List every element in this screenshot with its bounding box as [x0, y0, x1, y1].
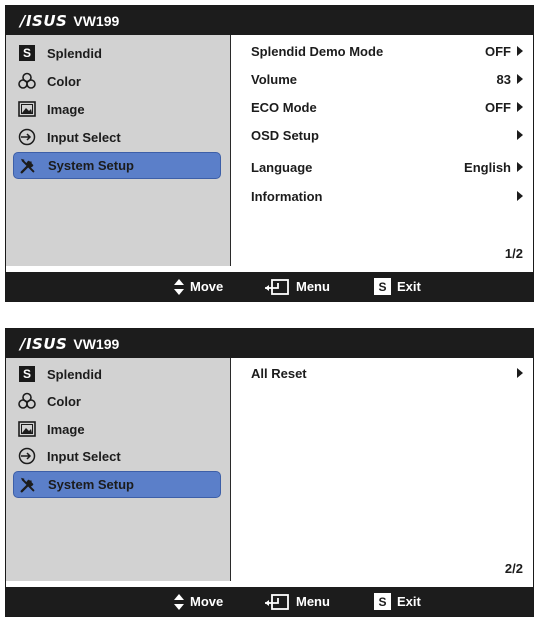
footer-menu: Menu	[264, 587, 330, 616]
option-information[interactable]: Information	[251, 186, 523, 206]
footer-move-label: Move	[190, 594, 224, 609]
menu-item-label: Image	[47, 421, 85, 437]
logo-mark: /ISUS	[20, 11, 68, 30]
footer-exit: S Exit	[374, 587, 421, 616]
wrench-screwdriver-icon	[19, 157, 37, 175]
menu-item-color[interactable]: Color	[13, 69, 221, 93]
footer-menu: Menu	[264, 272, 330, 301]
page-indicator: 2/2	[504, 561, 523, 576]
menu-item-image[interactable]: Image	[13, 417, 221, 441]
enter-icon	[264, 278, 290, 295]
option-language[interactable]: Language English	[251, 157, 523, 177]
input-select-icon	[18, 128, 36, 146]
splendid-s-icon: S	[18, 44, 36, 62]
menu-item-label: Splendid	[47, 45, 102, 61]
arrow-right-icon	[517, 46, 523, 56]
option-osd-setup[interactable]: OSD Setup	[251, 125, 523, 145]
menu-item-image[interactable]: Image	[13, 97, 221, 121]
osd-panel-page-1: /ISUS VW199 S Splendid Color Image Input…	[5, 5, 534, 302]
menu-item-input-select[interactable]: Input Select	[13, 125, 221, 149]
arrow-right-icon	[517, 74, 523, 84]
option-volume[interactable]: Volume 83	[251, 69, 523, 89]
splendid-s-icon: S	[18, 365, 36, 383]
menu-item-system-setup[interactable]: System Setup	[13, 471, 221, 498]
option-value: OFF	[485, 43, 511, 59]
footer-menu-label: Menu	[296, 279, 330, 294]
option-eco-mode[interactable]: ECO Mode OFF	[251, 97, 523, 117]
option-value: 83	[496, 71, 511, 87]
option-label: OSD Setup	[251, 127, 319, 143]
osd-main-menu: S Splendid Color Image Input Select Syst…	[6, 35, 231, 266]
page-indicator: 1/2	[504, 246, 523, 261]
color-circles-icon	[18, 392, 36, 410]
osd-header: /ISUS VW199	[6, 329, 533, 358]
footer-exit: S Exit	[374, 272, 421, 301]
osd-submenu: All Reset 2/2	[231, 358, 533, 581]
menu-item-system-setup[interactable]: System Setup	[13, 152, 221, 179]
image-icon	[18, 420, 36, 438]
arrow-right-icon	[517, 130, 523, 140]
osd-footer: Move Menu S Exit	[6, 587, 533, 616]
footer-move-label: Move	[190, 279, 224, 294]
option-label: Information	[251, 188, 323, 204]
menu-item-input-select[interactable]: Input Select	[13, 444, 221, 468]
arrow-right-icon	[517, 102, 523, 112]
footer-move: Move	[174, 587, 223, 616]
osd-header: /ISUS VW199	[6, 6, 533, 35]
footer-menu-label: Menu	[296, 594, 330, 609]
asus-logo: /ISUS VW199	[20, 12, 119, 30]
arrow-right-icon	[517, 191, 523, 201]
arrow-right-icon	[517, 368, 523, 378]
arrow-right-icon	[517, 162, 523, 172]
asus-logo: /ISUS VW199	[20, 335, 119, 353]
footer-exit-label: Exit	[397, 279, 421, 294]
menu-item-label: Color	[47, 393, 81, 409]
color-circles-icon	[18, 72, 36, 90]
menu-item-label: System Setup	[48, 477, 134, 492]
menu-item-label: Input Select	[47, 448, 121, 464]
menu-item-splendid[interactable]: S Splendid	[13, 41, 221, 65]
up-down-arrows-icon	[174, 278, 184, 295]
osd-footer: Move Menu S Exit	[6, 272, 533, 301]
option-label: Volume	[251, 71, 297, 87]
menu-item-label: Splendid	[47, 366, 102, 382]
option-splendid-demo-mode[interactable]: Splendid Demo Mode OFF	[251, 41, 523, 61]
logo-mark: /ISUS	[20, 334, 68, 353]
menu-item-color[interactable]: Color	[13, 389, 221, 413]
osd-submenu: Splendid Demo Mode OFF Volume 83 ECO Mod…	[231, 35, 533, 266]
option-value: English	[464, 159, 511, 175]
menu-item-label: Image	[47, 101, 85, 117]
model-name: VW199	[73, 12, 120, 29]
image-icon	[18, 100, 36, 118]
menu-item-label: System Setup	[48, 158, 134, 173]
footer-move: Move	[174, 272, 223, 301]
up-down-arrows-icon	[174, 593, 184, 610]
option-label: Splendid Demo Mode	[251, 43, 384, 59]
menu-item-label: Color	[47, 73, 81, 89]
footer-exit-label: Exit	[397, 594, 421, 609]
menu-item-splendid[interactable]: S Splendid	[13, 362, 221, 386]
input-select-icon	[18, 447, 36, 465]
option-value: OFF	[485, 99, 511, 115]
exit-s-icon: S	[374, 593, 391, 610]
wrench-screwdriver-icon	[19, 476, 37, 494]
osd-main-menu: S Splendid Color Image Input Select Syst…	[6, 358, 231, 581]
osd-panel-page-2: /ISUS VW199 S Splendid Color Image Input…	[5, 328, 534, 617]
option-label: Language	[251, 159, 313, 175]
option-all-reset[interactable]: All Reset	[251, 363, 523, 383]
option-label: ECO Mode	[251, 99, 317, 115]
option-label: All Reset	[251, 365, 307, 381]
enter-icon	[264, 593, 290, 610]
exit-s-icon: S	[374, 278, 391, 295]
menu-item-label: Input Select	[47, 129, 121, 145]
model-name: VW199	[73, 335, 120, 352]
